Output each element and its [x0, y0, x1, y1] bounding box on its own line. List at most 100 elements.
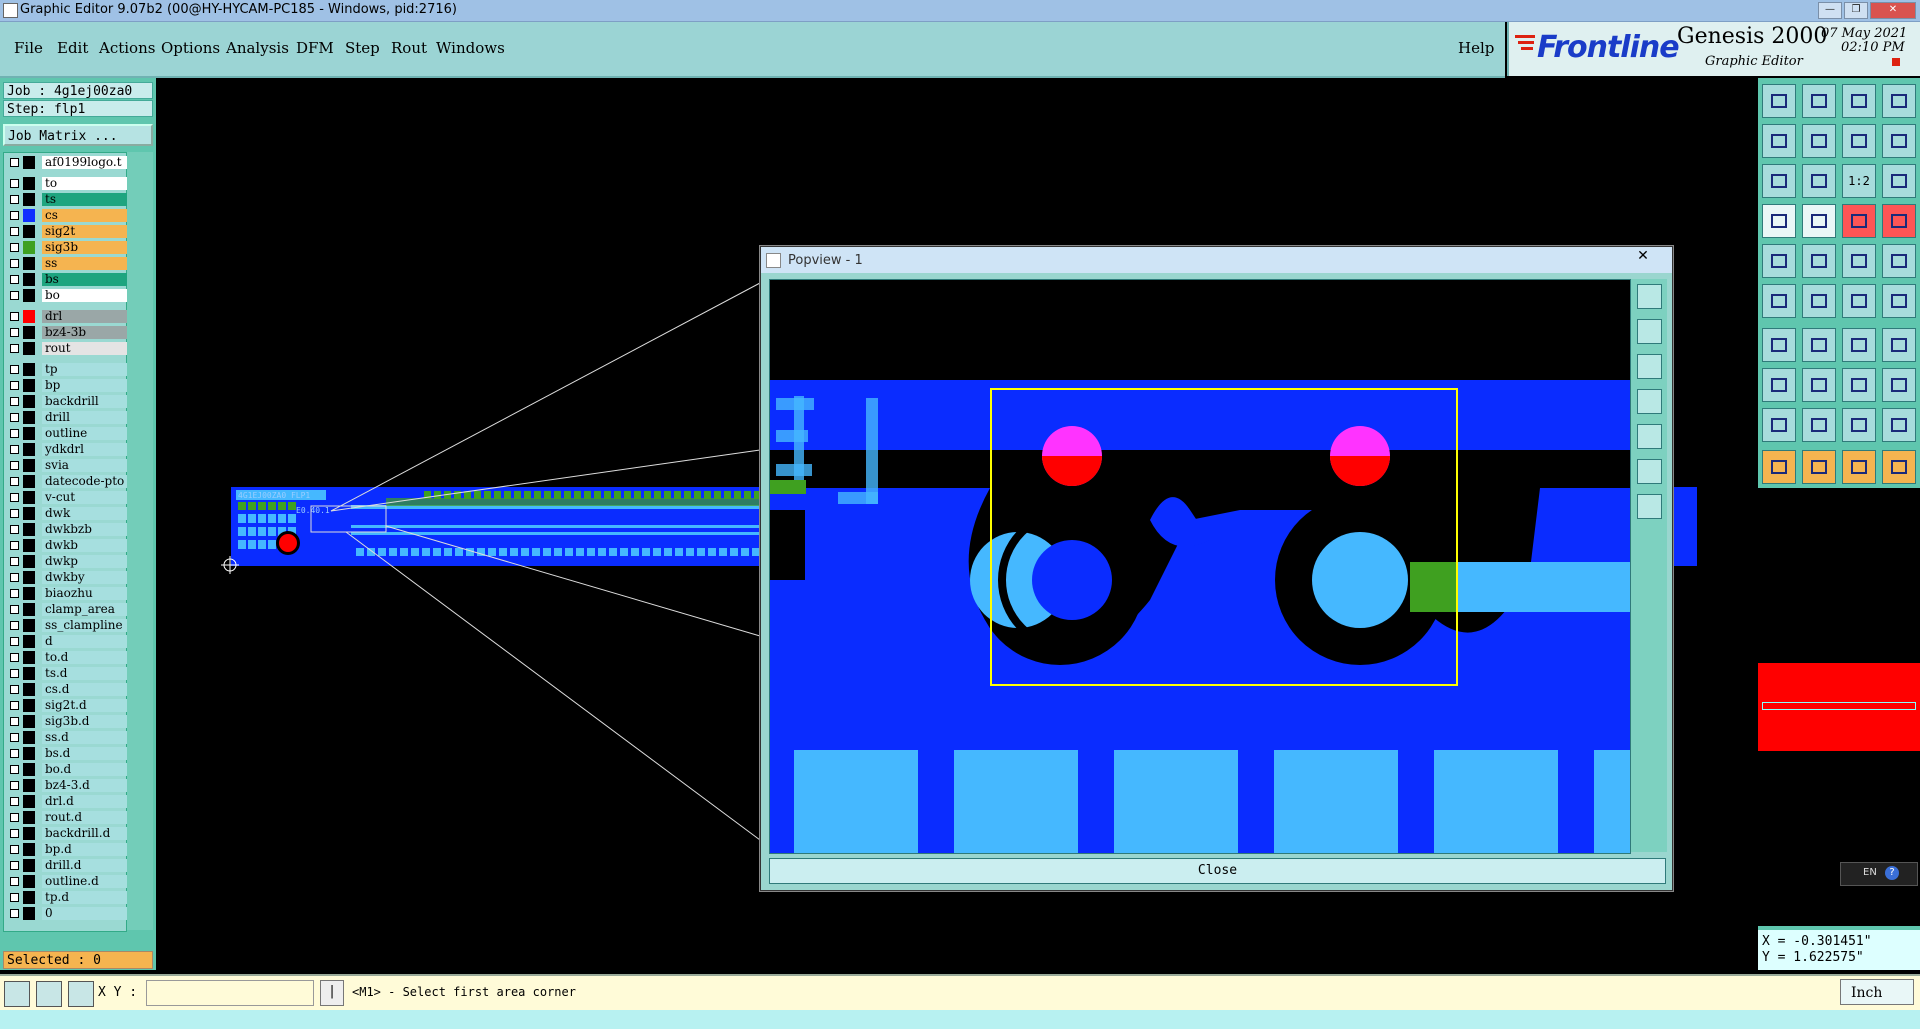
layer-row[interactable]: tp: [4, 362, 127, 377]
prev-icon[interactable]: [1762, 124, 1796, 158]
layer-checkbox[interactable]: [10, 845, 19, 854]
layer-checkbox[interactable]: [10, 765, 19, 774]
layer-color-swatch[interactable]: [23, 395, 35, 408]
layer-name[interactable]: drl: [42, 310, 127, 323]
layer-color-swatch[interactable]: [23, 177, 35, 190]
layer-row[interactable]: clamp_area: [4, 602, 127, 617]
layer-checkbox[interactable]: [10, 813, 19, 822]
layer-row[interactable]: outline: [4, 426, 127, 441]
layer-row[interactable]: bp.d: [4, 842, 127, 857]
layer-row[interactable]: 0: [4, 906, 127, 921]
layer-row[interactable]: ss: [4, 256, 127, 271]
layer-color-swatch[interactable]: [23, 193, 35, 206]
layer-color-swatch[interactable]: [23, 363, 35, 376]
snap-icon[interactable]: [1762, 204, 1796, 238]
zoom-fit-icon[interactable]: [1762, 164, 1796, 198]
window-icon[interactable]: [1882, 84, 1916, 118]
zoom-ratio-icon[interactable]: 1:2: [1842, 164, 1876, 198]
layer-row[interactable]: bp: [4, 378, 127, 393]
layer-color-swatch[interactable]: [23, 667, 35, 680]
layer-row[interactable]: dwkp: [4, 554, 127, 569]
layer-name[interactable]: bo.d: [42, 763, 127, 776]
line-draw-icon[interactable]: [1762, 328, 1796, 362]
layer-row[interactable]: drl: [4, 309, 127, 324]
layer-color-swatch[interactable]: [23, 907, 35, 920]
pv-zoom-in-icon[interactable]: [1637, 319, 1662, 344]
layer-checkbox[interactable]: [10, 733, 19, 742]
layer-checkbox[interactable]: [10, 291, 19, 300]
layer-color-swatch[interactable]: [23, 811, 35, 824]
layer-color-swatch[interactable]: [23, 763, 35, 776]
popview-close-x[interactable]: ✕: [1623, 247, 1663, 265]
layer-color-swatch[interactable]: [23, 443, 35, 456]
layer-checkbox[interactable]: [10, 275, 19, 284]
menu-analysis[interactable]: Analysis: [226, 39, 289, 57]
layer-checkbox[interactable]: [10, 877, 19, 886]
layer-checkbox[interactable]: [10, 429, 19, 438]
layer-name[interactable]: ss.d: [42, 731, 127, 744]
pointer-select-icon[interactable]: [1802, 450, 1836, 484]
layer-checkbox[interactable]: [10, 797, 19, 806]
layer-color-swatch[interactable]: [23, 156, 35, 169]
next-icon[interactable]: [1802, 124, 1836, 158]
pv-center-icon[interactable]: [1637, 494, 1662, 519]
input-mode-icon[interactable]: |: [320, 980, 344, 1006]
triangle-icon[interactable]: [1762, 408, 1796, 442]
layer-row[interactable]: ts: [4, 192, 127, 207]
pointer-icon[interactable]: [1762, 450, 1796, 484]
layer-color-swatch[interactable]: [23, 875, 35, 888]
layer-color-swatch[interactable]: [23, 683, 35, 696]
minus-icon[interactable]: [1802, 368, 1836, 402]
arc-a-icon[interactable]: [1842, 408, 1876, 442]
layer-row[interactable]: cs.d: [4, 682, 127, 697]
language-bar[interactable]: EN ?: [1840, 862, 1918, 886]
undo-icon[interactable]: [1842, 124, 1876, 158]
menu-windows[interactable]: Windows: [436, 39, 505, 57]
measure-ruler-icon[interactable]: [1842, 244, 1876, 278]
layer-color-swatch[interactable]: [23, 859, 35, 872]
layer-name[interactable]: sig2t: [42, 225, 127, 238]
layer-row[interactable]: datecode-pto: [4, 474, 127, 489]
layer-name[interactable]: rout: [42, 342, 127, 355]
layer-name[interactable]: dwkb: [42, 539, 127, 552]
measure-icon[interactable]: [36, 981, 62, 1007]
layer-color-swatch[interactable]: [23, 379, 35, 392]
layer-row[interactable]: backdrill.d: [4, 826, 127, 841]
restore-button[interactable]: ❐: [1844, 2, 1868, 19]
layer-row[interactable]: biaozhu: [4, 586, 127, 601]
layer-checkbox[interactable]: [10, 227, 19, 236]
layer-color-swatch[interactable]: [23, 731, 35, 744]
layer-color-swatch[interactable]: [23, 289, 35, 302]
layer-checkbox[interactable]: [10, 573, 19, 582]
dimension-icon[interactable]: [1842, 368, 1876, 402]
layer-name[interactable]: cs: [42, 209, 127, 222]
layer-compare-icon[interactable]: [1882, 204, 1916, 238]
layer-checkbox[interactable]: [10, 701, 19, 710]
layer-checkbox[interactable]: [10, 717, 19, 726]
redo-icon[interactable]: [1882, 124, 1916, 158]
layer-name[interactable]: d: [42, 635, 127, 648]
layer-checkbox[interactable]: [10, 829, 19, 838]
layer-checkbox[interactable]: [10, 312, 19, 321]
help-query-icon[interactable]: [1882, 164, 1916, 198]
layer-color-swatch[interactable]: [23, 891, 35, 904]
layer-name[interactable]: backdrill.d: [42, 827, 127, 840]
layer-name[interactable]: clamp_area: [42, 603, 127, 616]
layer-name[interactable]: cs.d: [42, 683, 127, 696]
layer-row[interactable]: svia: [4, 458, 127, 473]
layer-name[interactable]: to: [42, 177, 127, 190]
menu-edit[interactable]: Edit: [57, 39, 88, 57]
layer-color-swatch[interactable]: [23, 326, 35, 339]
minimap[interactable]: [1758, 488, 1920, 926]
route-icon[interactable]: [1842, 284, 1876, 318]
layer-color-swatch[interactable]: [23, 342, 35, 355]
layer-row[interactable]: bs: [4, 272, 127, 287]
pv-zoom-fit-icon[interactable]: [1637, 284, 1662, 309]
layer-color-swatch[interactable]: [23, 523, 35, 536]
layer-name[interactable]: sig3b: [42, 241, 127, 254]
arc-icon[interactable]: [1842, 328, 1876, 362]
layer-name[interactable]: v-cut: [42, 491, 127, 504]
layer-color-swatch[interactable]: [23, 587, 35, 600]
layer-name[interactable]: ydkdrl: [42, 443, 127, 456]
layer-row[interactable]: drl.d: [4, 794, 127, 809]
